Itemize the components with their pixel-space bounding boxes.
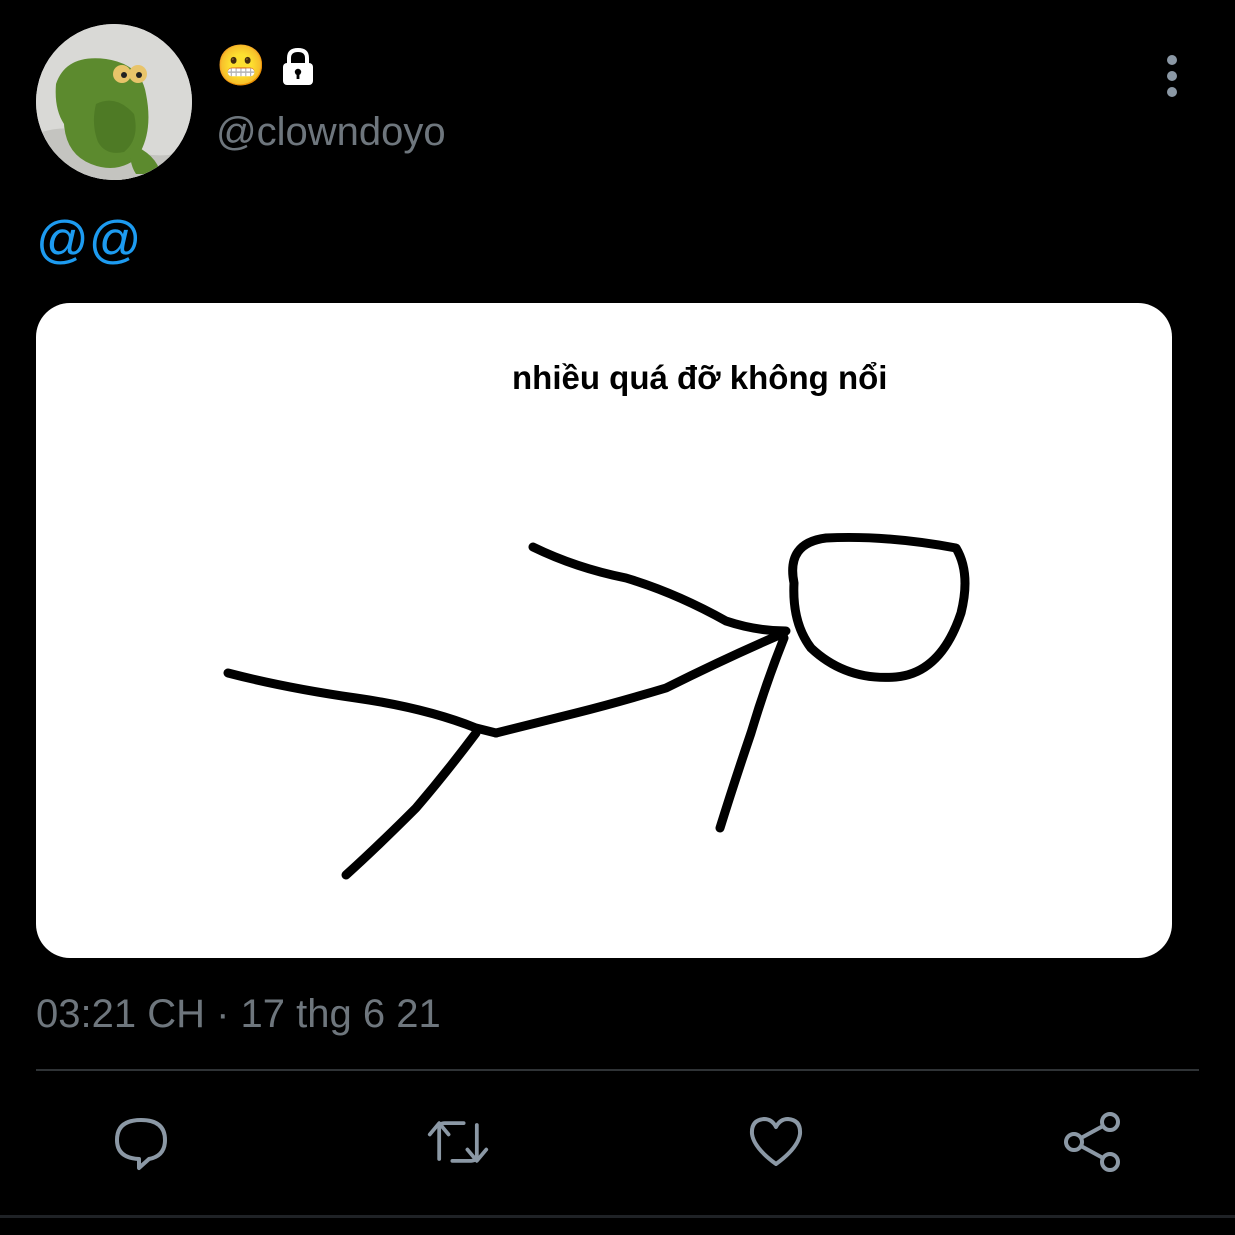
tweet-text[interactable]: @@ bbox=[36, 210, 142, 270]
avatar[interactable] bbox=[36, 24, 192, 180]
more-options-icon[interactable] bbox=[1150, 52, 1194, 100]
reply-icon bbox=[115, 1118, 167, 1170]
like-button[interactable] bbox=[744, 1110, 808, 1174]
tweet-media-image[interactable]: nhiều quá đỡ không nổi bbox=[36, 303, 1172, 958]
stick-figure-drawing bbox=[223, 532, 970, 880]
user-handle[interactable]: @clowndoyo bbox=[216, 108, 446, 156]
share-icon bbox=[1064, 1112, 1120, 1172]
retweet-button[interactable] bbox=[426, 1110, 490, 1174]
display-name-row[interactable]: 😬 bbox=[216, 40, 320, 92]
grimace-emoji: 😬 bbox=[216, 44, 266, 88]
lock-icon bbox=[276, 44, 320, 88]
media-caption: nhiều quá đỡ không nổi bbox=[512, 359, 888, 396]
share-button[interactable] bbox=[1062, 1110, 1126, 1174]
retweet-icon bbox=[427, 1121, 489, 1163]
divider bbox=[36, 1069, 1199, 1071]
tweet-timestamp[interactable]: 03:21 CH · 17 thg 6 21 bbox=[36, 990, 441, 1038]
reply-button[interactable] bbox=[109, 1110, 173, 1174]
like-icon bbox=[749, 1117, 803, 1166]
bottom-divider bbox=[0, 1215, 1235, 1218]
kermit-avatar-image bbox=[36, 24, 192, 180]
